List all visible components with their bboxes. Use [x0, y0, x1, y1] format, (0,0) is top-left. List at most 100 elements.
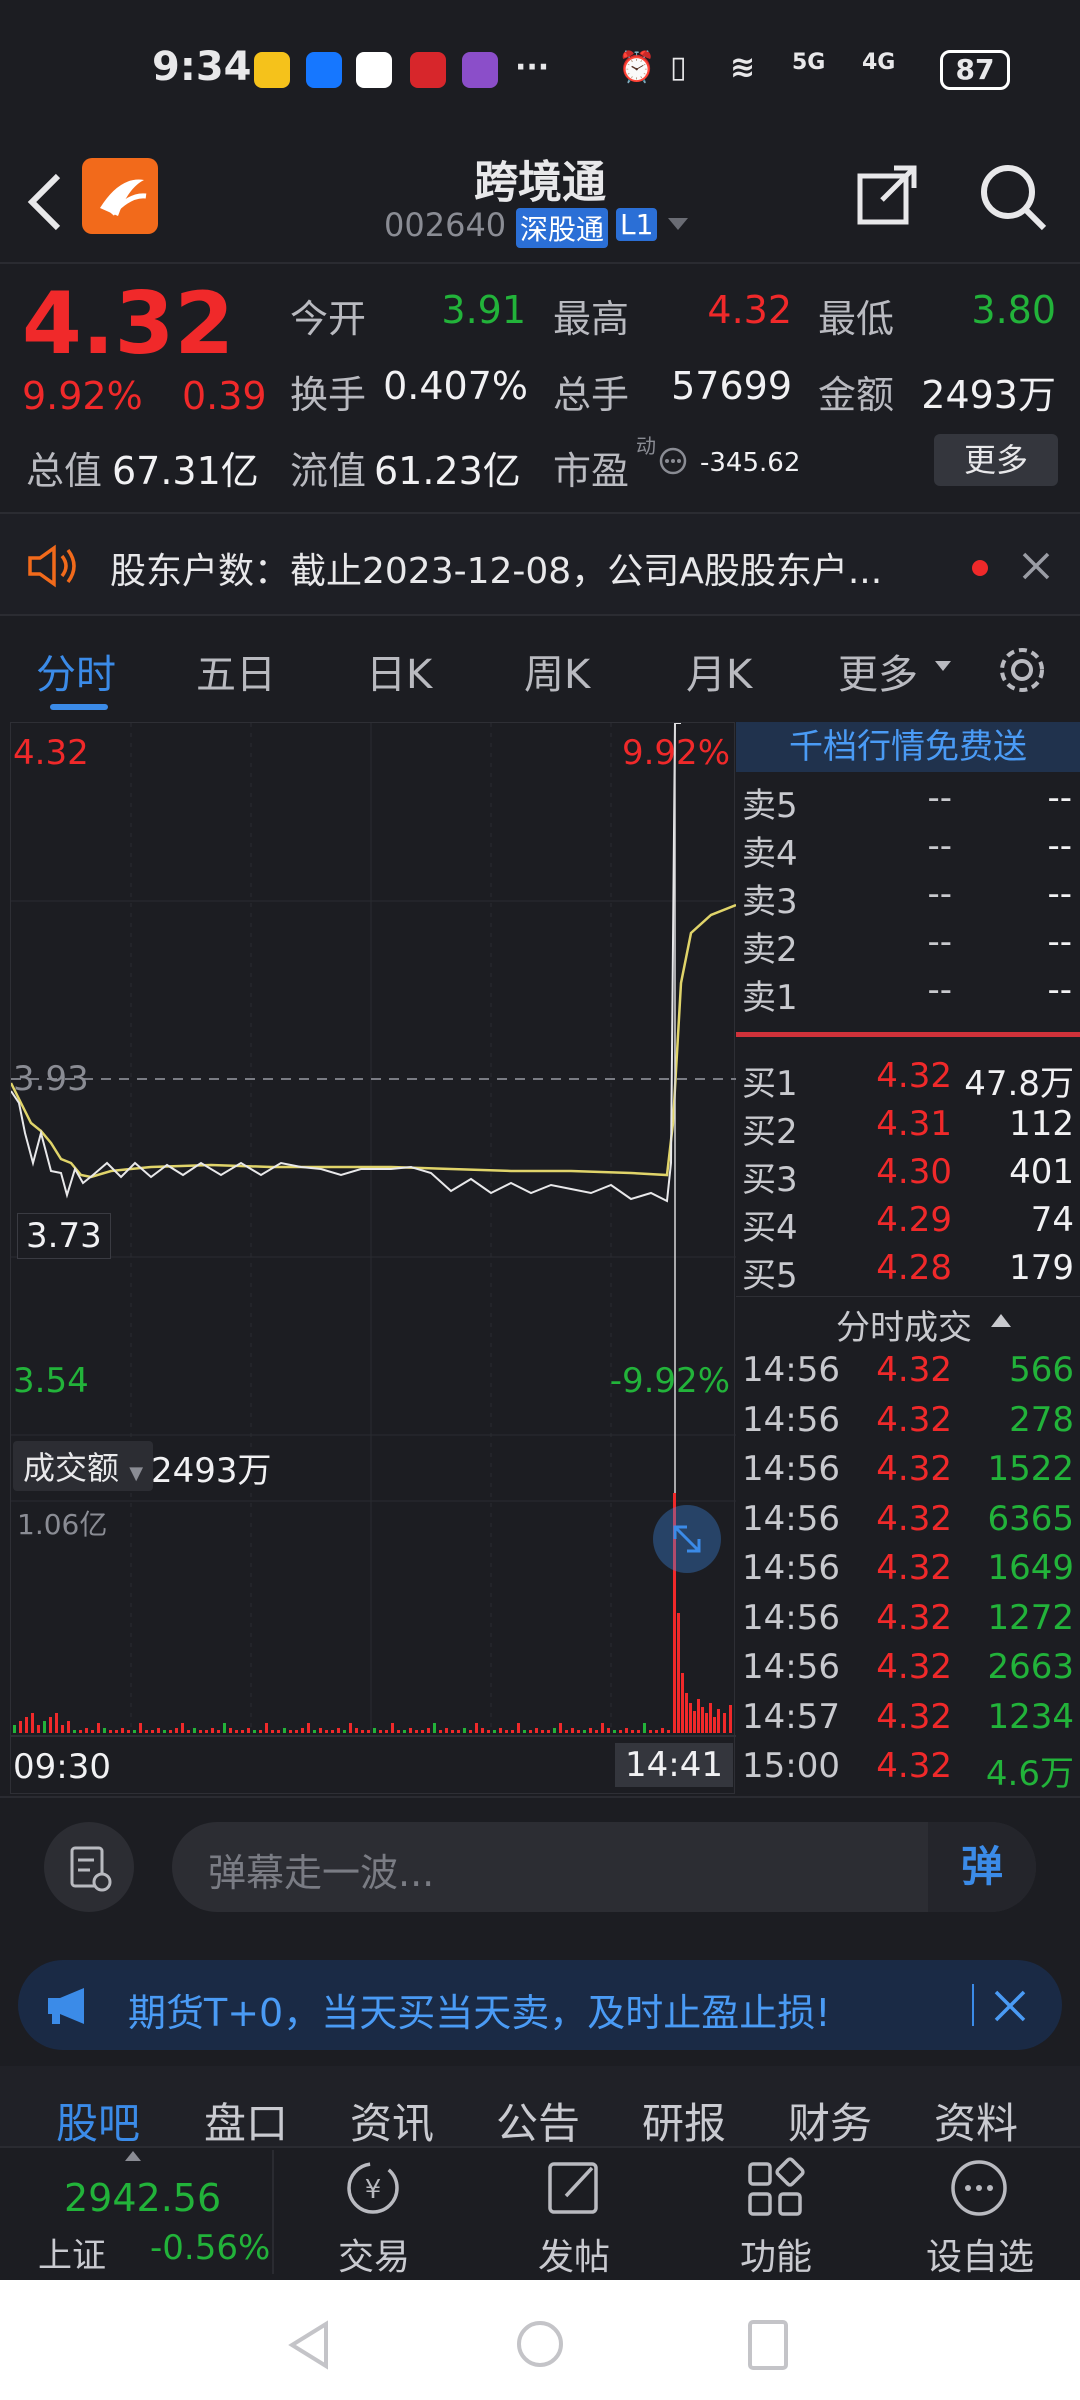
- close-icon[interactable]: [1020, 550, 1052, 582]
- volume-bar: [723, 1713, 726, 1733]
- volume-bar: [529, 1730, 532, 1733]
- volume-bar: [681, 1673, 684, 1733]
- megaphone-icon: [48, 1988, 84, 2024]
- volume-bar: [187, 1730, 190, 1733]
- back-nav-icon[interactable]: [286, 2320, 330, 2370]
- tab-announcements[interactable]: 公告: [496, 2090, 580, 2151]
- watchlist-icon[interactable]: [944, 2156, 1014, 2220]
- high-label: 最高: [553, 297, 630, 341]
- volume-bar: [427, 1728, 430, 1733]
- tab-more[interactable]: 更多: [838, 642, 918, 700]
- unread-dot: [972, 560, 988, 576]
- info-icon[interactable]: [658, 446, 688, 476]
- post-label[interactable]: 发帖: [538, 2228, 610, 2280]
- functions-icon[interactable]: [742, 2156, 812, 2220]
- trade-time: 15:00: [742, 1746, 840, 1786]
- level-badge[interactable]: L1: [616, 208, 658, 241]
- bottom-price-label: 3.54: [13, 1361, 89, 1401]
- volume-bar: [61, 1725, 64, 1733]
- ask-level-label: 卖4: [742, 834, 798, 874]
- intraday-chart[interactable]: 4.32 9.92% 3.93 3.73 3.54 -9.92% 成交额 ▼ 2…: [10, 722, 736, 1794]
- vibrate-icon: ▯: [670, 50, 687, 85]
- ask-volume: --: [1047, 874, 1072, 914]
- share-icon[interactable]: [856, 164, 920, 228]
- tab-monthly-k[interactable]: 月K: [686, 642, 752, 700]
- volume-bar: [655, 1730, 658, 1733]
- mktcap-label: 总值: [26, 449, 103, 493]
- volume-bar: [193, 1728, 196, 1733]
- top-percent-label: 9.92%: [621, 733, 730, 773]
- trades-title[interactable]: 分时成交: [836, 1300, 972, 1349]
- home-nav-icon[interactable]: [514, 2318, 566, 2370]
- trade-time: 14:57: [742, 1696, 840, 1737]
- market-badge: 深股通: [516, 208, 609, 248]
- volume-bar: [475, 1723, 478, 1733]
- index-value[interactable]: 2942.56: [64, 2176, 221, 2220]
- volume-max-label: 1.06亿: [17, 1508, 108, 1541]
- volume-bar: [85, 1728, 88, 1733]
- volume-total: 2493万: [151, 1451, 272, 1491]
- ad-banner[interactable]: 期货T+0，当天买当天卖，及时止盈止损!: [18, 1960, 1062, 2050]
- chevron-down-icon[interactable]: [666, 216, 690, 232]
- open-value: 3.91: [441, 288, 526, 332]
- tab-five-day[interactable]: 五日: [196, 642, 276, 700]
- trade-volume: 1234: [987, 1696, 1074, 1737]
- current-price: 4.32: [22, 274, 235, 374]
- functions-label[interactable]: 功能: [740, 2228, 812, 2280]
- promo-banner[interactable]: 千档行情免费送: [736, 722, 1080, 772]
- volume-bar: [295, 1730, 298, 1733]
- watchlist-label[interactable]: 设自选: [926, 2228, 1034, 2280]
- trade-time: 14:56: [742, 1399, 840, 1440]
- tab-profile[interactable]: 资料: [934, 2090, 1018, 2151]
- divider: [0, 262, 1080, 264]
- danmaku-input[interactable]: 弹幕走一波... 弹: [172, 1822, 1036, 1912]
- settings-icon[interactable]: [994, 642, 1050, 698]
- tab-guba[interactable]: 股吧: [56, 2090, 140, 2151]
- tab-daily-k[interactable]: 日K: [366, 642, 432, 700]
- more-quote-button[interactable]: 更多: [934, 434, 1058, 486]
- stock-code: 002640: [384, 206, 507, 244]
- volume-bar: [247, 1728, 250, 1733]
- volume-bar: [31, 1713, 34, 1733]
- wifi-icon: ≋: [730, 50, 756, 85]
- trade-icon[interactable]: ¥: [338, 2156, 408, 2220]
- spread-divider: [736, 1032, 1080, 1037]
- search-icon[interactable]: [978, 162, 1048, 232]
- volume-bar: [631, 1730, 634, 1733]
- tab-weekly-k[interactable]: 周K: [524, 642, 590, 700]
- expand-icon[interactable]: [653, 1505, 721, 1573]
- bid-volume: 112: [1009, 1104, 1074, 1144]
- alipay-icon: [306, 52, 342, 88]
- caret-up-icon: [991, 1314, 1011, 1327]
- tab-intraday[interactable]: 分时: [36, 642, 116, 700]
- post-icon[interactable]: [540, 2156, 610, 2220]
- volume-bar: [115, 1730, 118, 1733]
- tab-finance[interactable]: 财务: [788, 2090, 872, 2151]
- volume-bar: [223, 1723, 226, 1733]
- volume-bar: [445, 1728, 448, 1733]
- volume-bar: [433, 1723, 436, 1733]
- trade-time: 14:56: [742, 1548, 840, 1588]
- ask-volume: --: [1047, 922, 1072, 962]
- volume-bar: [343, 1730, 346, 1733]
- amount-label: 金额: [818, 373, 895, 417]
- volume-bar: [217, 1730, 220, 1733]
- notice-bar[interactable]: 股东户数：截止2023-12-08，公司A股股东户...: [0, 512, 1080, 616]
- danmaku-settings-icon[interactable]: [44, 1822, 134, 1912]
- battery-icon: 87: [940, 50, 1010, 90]
- system-nav-bar: [0, 2280, 1080, 2400]
- danmaku-send-button[interactable]: 弹: [928, 1822, 1036, 1912]
- volume-bar: [685, 1693, 688, 1733]
- volume-selector[interactable]: 成交额 ▼: [13, 1441, 154, 1491]
- trade-label[interactable]: 交易: [338, 2228, 410, 2280]
- volume-bar: [553, 1728, 556, 1733]
- tab-pankou[interactable]: 盘口: [204, 2090, 288, 2151]
- tab-news[interactable]: 资讯: [350, 2090, 434, 2151]
- volume-bar: [139, 1723, 142, 1733]
- tab-research[interactable]: 研报: [642, 2090, 726, 2151]
- trade-price: 4.32: [876, 1746, 952, 1786]
- close-icon[interactable]: [992, 1988, 1028, 2024]
- recents-nav-icon[interactable]: [744, 2318, 792, 2372]
- volume-bar: [705, 1713, 708, 1733]
- change-percent: 9.92%: [22, 374, 143, 418]
